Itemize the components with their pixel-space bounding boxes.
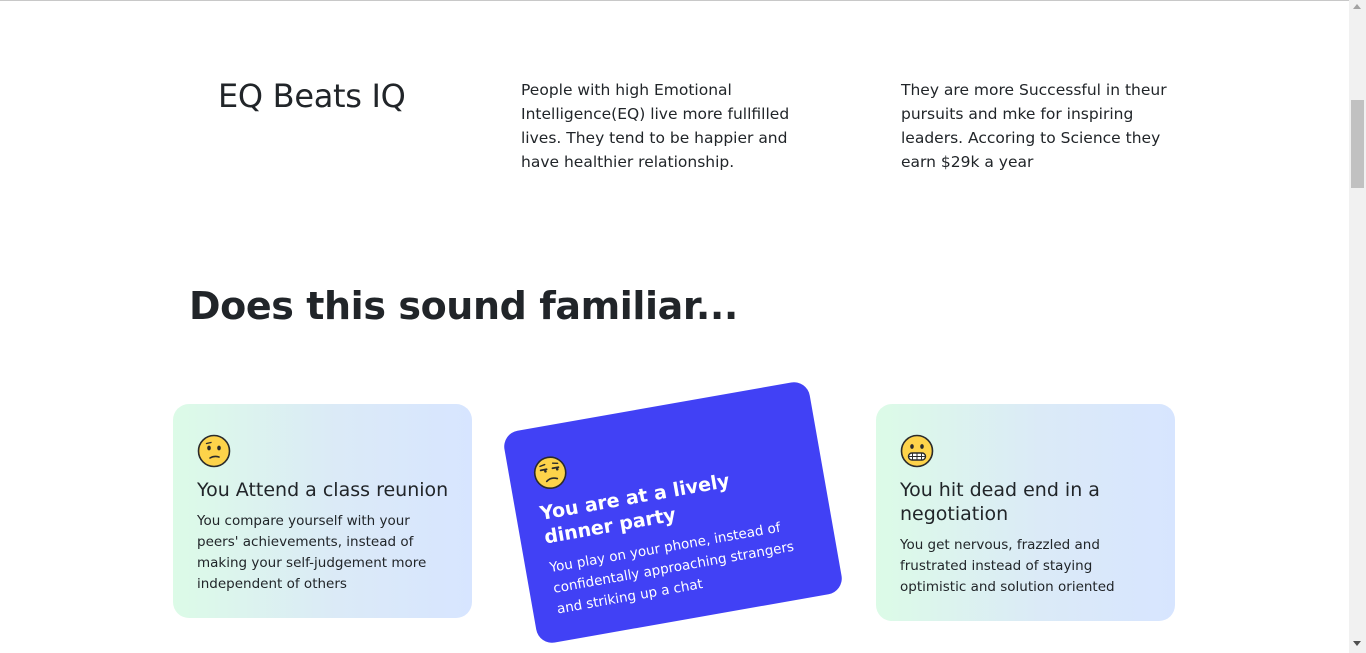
card-title: You hit dead end in a negotiation — [900, 479, 1100, 525]
card-text: You compare yourself with your peers' ac… — [197, 513, 427, 592]
eq-beats-iq-title: EQ Beats IQ — [218, 77, 406, 115]
eq-description-1: People with high Emotional Intelligence(… — [521, 81, 790, 171]
page-content: EQ Beats IQ People with high Emotional I… — [0, 1, 1349, 653]
scroll-up-arrow-icon[interactable] — [1353, 4, 1361, 9]
scenario-card-negotiation: You hit dead end in a negotiation You ge… — [876, 404, 1175, 621]
familiar-heading: Does this sound familiar... — [189, 284, 738, 328]
scrollbar-thumb[interactable] — [1351, 100, 1364, 188]
confused-face-icon — [197, 434, 231, 468]
scenario-card-dinner-party: You are at a lively dinner party You pla… — [501, 379, 845, 646]
scroll-down-arrow-icon[interactable] — [1353, 641, 1361, 646]
card-title: You Attend a class reunion — [197, 479, 449, 501]
vertical-scrollbar[interactable] — [1349, 0, 1366, 653]
grimacing-face-icon — [900, 434, 934, 468]
eq-description-2: They are more Successful in theur pursui… — [901, 81, 1167, 171]
card-text: You get nervous, frazzled and frustrated… — [900, 537, 1115, 595]
unamused-face-icon — [533, 456, 567, 490]
scenario-card-reunion: You Attend a class reunion You compare y… — [173, 404, 472, 618]
